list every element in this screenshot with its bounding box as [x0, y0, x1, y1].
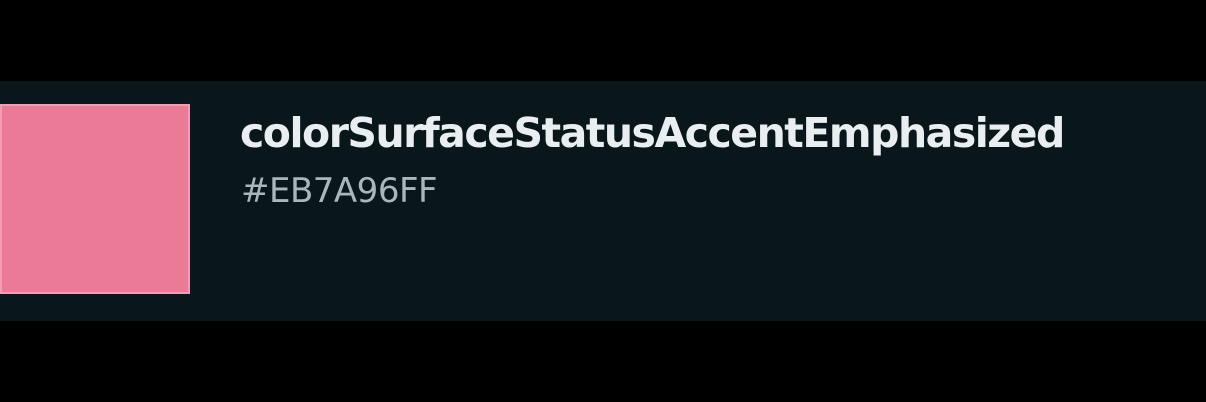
color-token-card: colorSurfaceStatusAccentEmphasized #EB7A… — [0, 81, 1206, 321]
token-name: colorSurfaceStatusAccentEmphasized — [240, 109, 1065, 157]
page: colorSurfaceStatusAccentEmphasized #EB7A… — [0, 0, 1206, 402]
color-swatch — [0, 104, 190, 294]
token-hex-value: #EB7A96FF — [241, 171, 438, 211]
